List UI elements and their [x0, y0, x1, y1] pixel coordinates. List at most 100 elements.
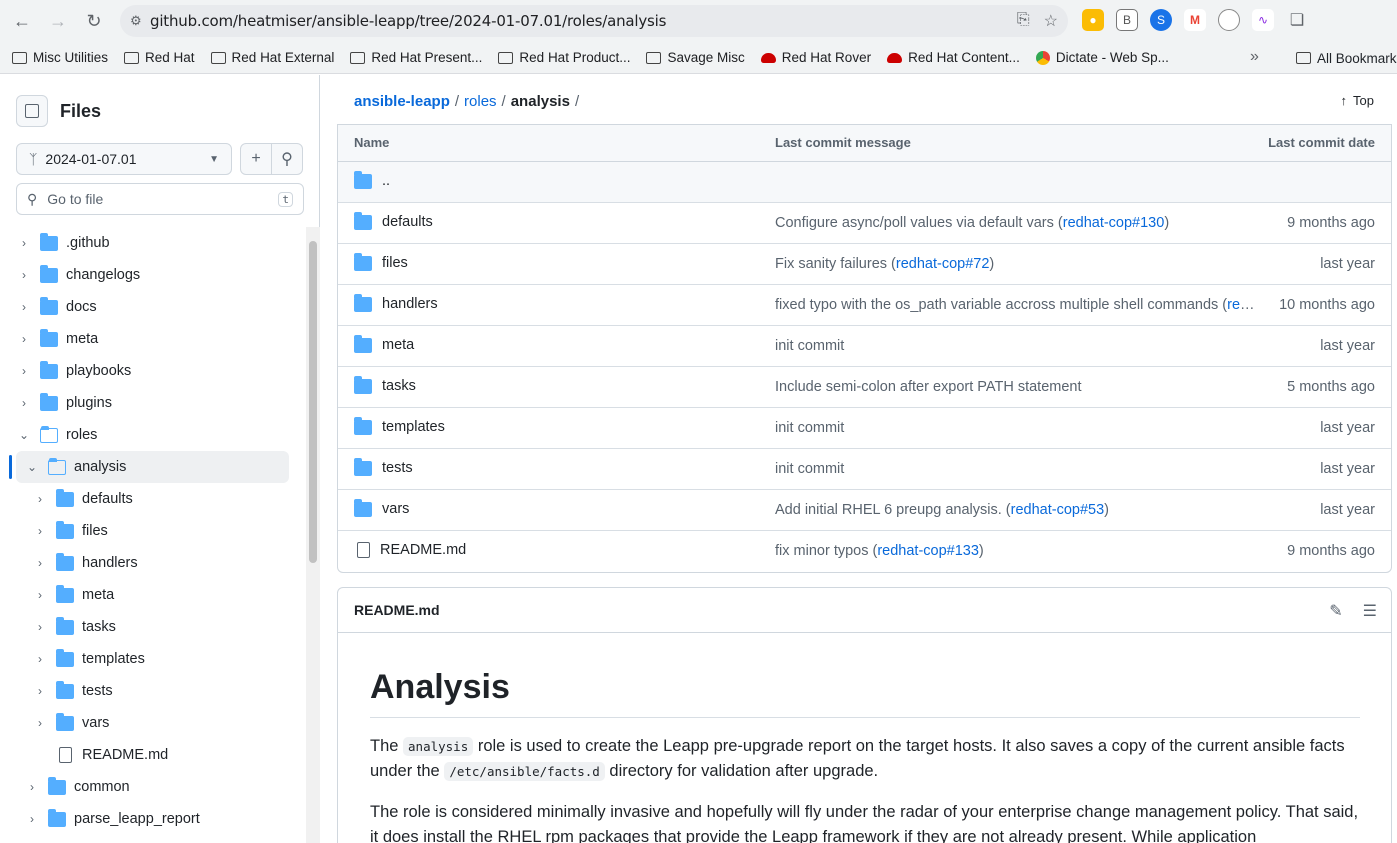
tree-item-plugins[interactable]: › plugins	[16, 387, 112, 419]
tree-item-common[interactable]: › common	[24, 771, 130, 803]
commit-message[interactable]: init commit	[775, 420, 1255, 436]
commit-date: last year	[1320, 256, 1375, 272]
scrollbar-thumb[interactable]	[309, 241, 317, 563]
add-file-button[interactable]: +	[240, 143, 272, 175]
pr-link[interactable]: redhat-cop#72	[896, 256, 990, 272]
bookmark-folder[interactable]: Red Hat External	[210, 50, 334, 65]
table-row[interactable]: templates init commit last year	[338, 408, 1391, 449]
tree-item-files[interactable]: › files	[32, 515, 108, 547]
collapse-sidebar-button[interactable]	[16, 95, 48, 127]
bookmark-folder[interactable]: Red Hat Present...	[350, 50, 482, 65]
folder-icon	[48, 808, 66, 827]
table-row[interactable]: meta init commit last year	[338, 326, 1391, 367]
tree-item-docs[interactable]: › docs	[16, 291, 97, 323]
row-name[interactable]: README.md	[380, 542, 466, 558]
all-bookmarks[interactable]: All Bookmarks	[1296, 42, 1397, 74]
tree-item-defaults[interactable]: › defaults	[32, 483, 133, 515]
tree-item-tests[interactable]: › tests	[32, 675, 113, 707]
folder-icon	[646, 51, 662, 64]
commit-message[interactable]: fixed typo with the os_path variable acc…	[775, 297, 1255, 313]
install-app-icon[interactable]: ⎘	[1017, 11, 1030, 31]
tree-item-roles[interactable]: ⌄ roles	[16, 419, 97, 451]
tree-item-changelogs[interactable]: › changelogs	[16, 259, 140, 291]
audio-extension-icon[interactable]: ∿	[1252, 9, 1274, 31]
reload-icon[interactable]: ↻	[76, 3, 112, 39]
tree-item-vars[interactable]: › vars	[32, 707, 109, 739]
tree-item-github[interactable]: › .github	[16, 227, 110, 259]
table-row[interactable]: tests init commit last year	[338, 449, 1391, 490]
table-row[interactable]: handlers fixed typo with the os_path vari…	[338, 285, 1391, 326]
commit-message[interactable]: Include semi-colon after export PATH sta…	[775, 379, 1255, 395]
sidebar-scrollbar[interactable]	[306, 227, 320, 843]
bookmark-folder[interactable]: Red Hat	[124, 50, 195, 65]
commit-message[interactable]: Add initial RHEL 6 preupg analysis. (red…	[775, 502, 1255, 518]
row-name[interactable]: templates	[382, 419, 445, 435]
redhat-icon	[760, 52, 776, 63]
bookmark-link[interactable]: Dictate - Web Sp...	[1035, 50, 1169, 65]
bookmark-folder[interactable]: Misc Utilities	[12, 50, 108, 65]
table-row[interactable]: files Fix sanity failures (redhat-cop#72)…	[338, 244, 1391, 285]
folder-icon	[12, 51, 27, 64]
redhat-icon	[887, 52, 903, 63]
tree-item-meta[interactable]: › meta	[32, 579, 114, 611]
search-button[interactable]: ⚲	[271, 143, 303, 175]
commit-message[interactable]: fix minor typos (redhat-cop#133)	[775, 543, 1255, 559]
row-name[interactable]: defaults	[382, 214, 433, 230]
sync-extension-icon[interactable]: S	[1150, 9, 1172, 31]
commit-message[interactable]: Fix sanity failures (redhat-cop#72)	[775, 256, 1255, 272]
extensions-puzzle-icon[interactable]: ❏	[1286, 9, 1308, 31]
commit-message[interactable]: init commit	[775, 338, 1255, 354]
row-name[interactable]: tasks	[382, 378, 416, 394]
table-row[interactable]: defaults Configure async/poll values via …	[338, 203, 1391, 244]
more-bookmarks-icon[interactable]: »	[1250, 48, 1259, 66]
row-name[interactable]: vars	[382, 501, 409, 517]
table-row[interactable]: README.md fix minor typos (redhat-cop#133…	[338, 531, 1391, 572]
chevron-down-icon: ⌄	[26, 460, 38, 474]
commit-message[interactable]: init commit	[775, 461, 1255, 477]
edit-pencil-icon[interactable]: ✎	[1329, 601, 1342, 621]
tree-item-tasks[interactable]: › tasks	[32, 611, 116, 643]
parent-directory-row[interactable]: ..	[338, 162, 1391, 203]
tree-item-parse-leapp-report[interactable]: › parse_leapp_report	[24, 803, 200, 835]
branch-selector[interactable]: ᛉ 2024-01-07.01 ▼	[16, 143, 232, 175]
forward-icon[interactable]: →	[40, 3, 76, 39]
tree-item-analysis[interactable]: ⌄ analysis	[16, 451, 289, 483]
pr-link[interactable]: redhat-cop#133	[877, 543, 979, 559]
bookmark-link[interactable]: Red Hat Rover	[760, 50, 871, 65]
chat-extension-icon[interactable]	[1218, 9, 1240, 31]
bookmark-star-icon[interactable]: ☆	[1044, 11, 1058, 31]
keep-extension-icon[interactable]: ●	[1082, 9, 1104, 31]
active-indicator	[9, 455, 12, 479]
table-row[interactable]: vars Add initial RHEL 6 preupg analysis. …	[338, 490, 1391, 531]
row-name[interactable]: handlers	[382, 296, 438, 312]
pr-link[interactable]: redhat-cop#53	[1011, 502, 1105, 518]
tree-item-playbooks[interactable]: › playbooks	[16, 355, 131, 387]
tree-item-handlers[interactable]: › handlers	[32, 547, 138, 579]
pr-link[interactable]: redhat-cop#130	[1063, 215, 1165, 231]
site-info-icon[interactable]: ⚙	[120, 13, 150, 29]
pr-link[interactable]: redhat-cop#	[1227, 297, 1255, 313]
url-text: github.com/heatmiser/ansible-leapp/tree/…	[150, 12, 667, 30]
address-bar[interactable]: ⚙ github.com/heatmiser/ansible-leapp/tre…	[120, 5, 1068, 37]
folder-icon	[40, 328, 58, 347]
reader-extension-icon[interactable]: B	[1116, 9, 1138, 31]
row-name[interactable]: meta	[382, 337, 414, 353]
tree-item-meta[interactable]: › meta	[16, 323, 98, 355]
table-row[interactable]: tasks Include semi-colon after export PAT…	[338, 367, 1391, 408]
tree-item-readme[interactable]: README.md	[56, 739, 168, 771]
top-button[interactable]: ↑ Top	[1341, 93, 1374, 108]
breadcrumb-roles-link[interactable]: roles	[464, 93, 497, 110]
go-to-file-input[interactable]: ⚲ Go to file t	[16, 183, 304, 215]
breadcrumb-repo-link[interactable]: ansible-leapp	[354, 93, 450, 110]
readme-body: Analysis The analysis role is used to cr…	[370, 668, 1360, 843]
bookmark-folder[interactable]: Savage Misc	[646, 50, 745, 65]
outline-list-icon[interactable]: ☰	[1363, 601, 1377, 621]
tree-item-templates[interactable]: › templates	[32, 643, 145, 675]
gmail-extension-icon[interactable]: M	[1184, 9, 1206, 31]
bookmark-link[interactable]: Red Hat Content...	[887, 50, 1020, 65]
back-icon[interactable]: ←	[4, 3, 40, 39]
commit-message[interactable]: Configure async/poll values via default …	[775, 215, 1255, 231]
row-name[interactable]: tests	[382, 460, 413, 476]
row-name[interactable]: files	[382, 255, 408, 271]
bookmark-folder[interactable]: Red Hat Product...	[498, 50, 630, 65]
